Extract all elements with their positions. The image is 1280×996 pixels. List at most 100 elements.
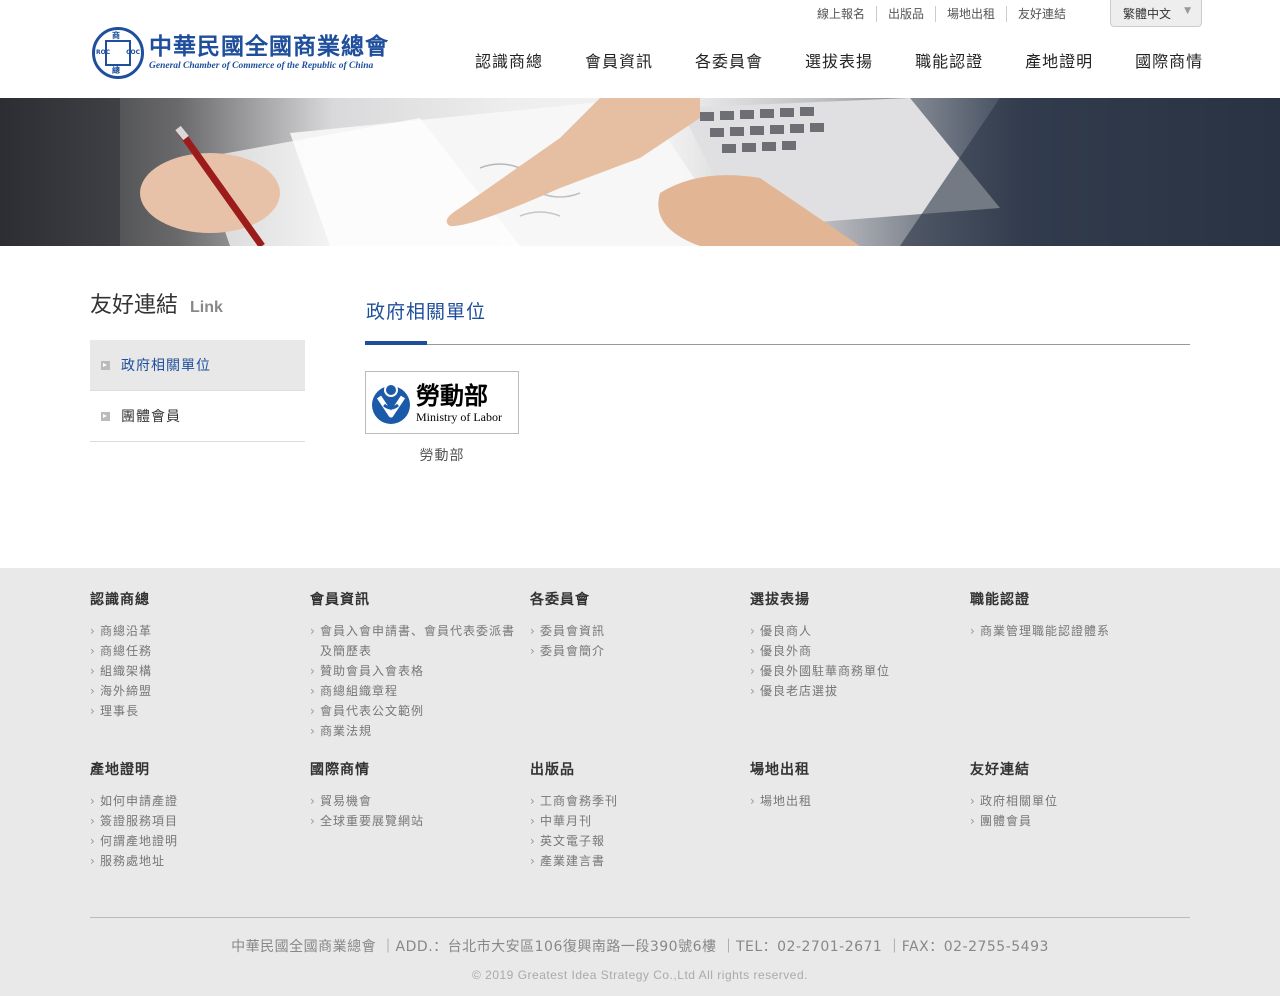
ministry-of-labor-emblem-icon [372,382,410,424]
top-link-friendly-links[interactable]: 友好連結 [1006,6,1077,22]
nav-international[interactable]: 國際商情 [1135,48,1203,72]
footer-link[interactable]: 工商會務季刊 [530,791,750,811]
sidebar-item-government[interactable]: 政府相關單位 [90,340,305,391]
footer-link-list: 委員會資訊委員會簡介 [530,621,750,661]
site-logo[interactable]: 商 ROC COC 總 中華民國全國商業總會 General Chamber o… [92,27,402,79]
footer-link[interactable]: 場地出租 [750,791,970,811]
footer-link-list: 貿易機會全球重要展覽網站 [310,791,530,831]
footer-link[interactable]: 會員入會申請書、會員代表委派書 [310,621,530,641]
nav-committees[interactable]: 各委員會 [695,48,763,72]
footer-column: 出版品工商會務季刊中華月刊英文電子報產業建言書 [530,759,750,871]
footer-link[interactable]: 委員會資訊 [530,621,750,641]
footer-column-title[interactable]: 出版品 [530,759,750,779]
footer-column-title[interactable]: 職能認證 [970,589,1190,609]
footer-column-title[interactable]: 產地證明 [90,759,310,779]
footer-link[interactable]: 貿易機會 [310,791,530,811]
footer-column-title[interactable]: 場地出租 [750,759,970,779]
nav-about[interactable]: 認識商總 [475,48,543,72]
page-title: 政府相關單位 [366,301,487,323]
footer-link[interactable]: 及簡歷表 [310,641,530,661]
footer-link[interactable]: 贊助會員入會表格 [310,661,530,681]
top-utility-links: 線上報名 出版品 場地出租 友好連結 [806,6,1077,22]
footer-column-title[interactable]: 會員資訊 [310,589,530,609]
footer-link[interactable]: 優良老店選拔 [750,681,970,701]
footer-link[interactable]: 政府相關單位 [970,791,1190,811]
footer-column-title[interactable]: 友好連結 [970,759,1190,779]
footer-link[interactable]: 商總任務 [90,641,310,661]
sidebar-item-group-members[interactable]: 團體會員 [90,391,305,442]
sidebar-title-en: Link [190,299,223,316]
footer-link[interactable]: 中華月刊 [530,811,750,831]
site-header: 商 ROC COC 總 中華民國全國商業總會 General Chamber o… [0,0,1280,98]
top-link-online-registration[interactable]: 線上報名 [806,6,876,22]
footer-link-list: 政府相關單位團體會員 [970,791,1190,831]
footer-column-title[interactable]: 認識商總 [90,589,310,609]
footer-link[interactable]: 理事長 [90,701,310,721]
nav-members[interactable]: 會員資訊 [585,48,653,72]
footer-link[interactable]: 優良外商 [750,641,970,661]
footer-link-list: 工商會務季刊中華月刊英文電子報產業建言書 [530,791,750,871]
footer-column-title[interactable]: 國際商情 [310,759,530,779]
footer-link-list: 商業管理職能認證體系 [970,621,1190,641]
sidebar-title: 友好連結 Link [90,293,223,318]
footer-column: 認識商總商總沿革商總任務組織架構海外締盟理事長 [90,589,310,721]
language-select[interactable]: 繁體中文 ▼ [1110,0,1202,27]
footer-link[interactable]: 如何申請產證 [90,791,310,811]
link-card-ministry-of-labor[interactable]: 勞動部 Ministry of Labor 勞動部 [365,371,519,465]
footer-contact-info: 中華民國全國商業總會 ｜ADD.：台北市大安區106復興南路一段390號6樓 ｜… [231,939,1049,955]
hero-banner-image [0,98,1280,246]
nav-awards[interactable]: 選拔表揚 [805,48,873,72]
footer-link[interactable]: 委員會簡介 [530,641,750,661]
link-name[interactable]: 勞動部 [365,445,519,465]
logo-english-name: General Chamber of Commerce of the Repub… [149,61,374,71]
footer-link-list: 如何申請產證簽證服務項目何謂產地證明服務處地址 [90,791,310,871]
footer-link[interactable]: 服務處地址 [90,851,310,871]
sidebar-menu: 政府相關單位 團體會員 [90,340,305,442]
footer-link[interactable]: 商業管理職能認證體系 [970,621,1190,641]
footer-link[interactable]: 優良商人 [750,621,970,641]
arrow-bullet-icon [101,411,110,421]
footer-column: 國際商情貿易機會全球重要展覽網站 [310,759,530,831]
footer-link[interactable]: 產業建言書 [530,851,750,871]
footer-column: 職能認證商業管理職能認證體系 [970,589,1190,641]
footer-link[interactable]: 商總沿革 [90,621,310,641]
main-nav: 認識商總 會員資訊 各委員會 選拔表揚 職能認證 產地證明 國際商情 [475,48,1245,72]
footer-link[interactable]: 優良外國駐華商務單位 [750,661,970,681]
top-link-venue-rental[interactable]: 場地出租 [935,6,1006,22]
footer-column: 場地出租場地出租 [750,759,970,811]
footer-link-list: 商總沿革商總任務組織架構海外締盟理事長 [90,621,310,721]
title-divider-accent [365,341,427,345]
footer-link[interactable]: 英文電子報 [530,831,750,851]
footer-column: 各委員會委員會資訊委員會簡介 [530,589,750,661]
footer-link[interactable]: 組織架構 [90,661,310,681]
footer-link[interactable]: 商業法規 [310,721,530,741]
footer-column-title[interactable]: 各委員會 [530,589,750,609]
footer-link-list: 會員入會申請書、會員代表委派書及簡歷表贊助會員入會表格商總組織章程會員代表公文範… [310,621,530,741]
footer-link[interactable]: 會員代表公文範例 [310,701,530,721]
footer-link-list: 優良商人優良外商優良外國駐華商務單位優良老店選拔 [750,621,970,701]
footer-column-title[interactable]: 選拔表揚 [750,589,970,609]
arrow-bullet-icon [101,360,110,370]
footer-column: 會員資訊會員入會申請書、會員代表委派書及簡歷表贊助會員入會表格商總組織章程會員代… [310,589,530,741]
site-footer: 認識商總商總沿革商總任務組織架構海外締盟理事長會員資訊會員入會申請書、會員代表委… [0,568,1280,996]
footer-copyright: © 2019 Greatest Idea Strategy Co.,Ltd Al… [471,968,808,982]
footer-divider [90,917,1190,918]
top-link-publications[interactable]: 出版品 [876,6,935,22]
nav-origin-certificate[interactable]: 產地證明 [1025,48,1093,72]
footer-link[interactable]: 海外締盟 [90,681,310,701]
title-divider [365,344,1190,345]
footer-link[interactable]: 何謂產地證明 [90,831,310,851]
footer-column: 選拔表揚優良商人優良外商優良外國駐華商務單位優良老店選拔 [750,589,970,701]
footer-link[interactable]: 全球重要展覽網站 [310,811,530,831]
seal-icon: 商 ROC COC 總 [92,27,144,79]
logo-chinese-name: 中華民國全國商業總會 [149,33,389,60]
footer-link-list: 場地出租 [750,791,970,811]
footer-link[interactable]: 商總組織章程 [310,681,530,701]
footer-link[interactable]: 團體會員 [970,811,1190,831]
footer-column: 產地證明如何申請產證簽證服務項目何謂產地證明服務處地址 [90,759,310,871]
nav-certification[interactable]: 職能認證 [915,48,983,72]
chevron-down-icon: ▼ [1184,6,1191,16]
footer-column: 友好連結政府相關單位團體會員 [970,759,1190,831]
ministry-of-labor-logo[interactable]: 勞動部 Ministry of Labor [365,371,519,434]
footer-link[interactable]: 簽證服務項目 [90,811,310,831]
